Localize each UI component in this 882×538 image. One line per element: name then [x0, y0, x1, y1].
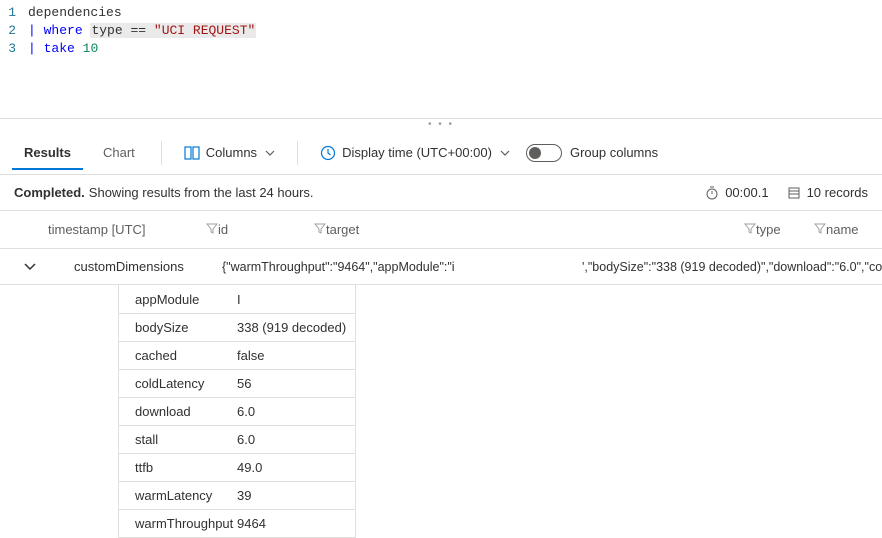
- kv-value: 39: [229, 488, 355, 503]
- kv-row: download6.0: [119, 397, 355, 425]
- expanded-field-name: customDimensions: [74, 259, 222, 274]
- kv-value: 49.0: [229, 460, 355, 475]
- token-string: "UCI REQUEST": [154, 23, 255, 38]
- records-value: 10 records: [807, 185, 868, 200]
- kv-value: I: [229, 292, 355, 307]
- tab-chart[interactable]: Chart: [91, 137, 147, 168]
- divider: [297, 141, 298, 165]
- filter-icon[interactable]: [206, 222, 218, 237]
- duration-value: 00:00.1: [725, 185, 768, 200]
- filter-icon[interactable]: [744, 222, 756, 237]
- table-header: timestamp [UTC] id target type name: [0, 211, 882, 249]
- records-icon: [787, 186, 801, 200]
- token-pipe: |: [28, 23, 44, 38]
- token-where: where: [44, 23, 83, 38]
- kv-key: ttfb: [119, 460, 229, 475]
- col-id[interactable]: id: [218, 222, 304, 237]
- expanded-value-left: {"warmThroughput":"9464","appModule":"i: [222, 260, 472, 274]
- kv-value: 338 (919 decoded): [229, 320, 355, 335]
- kv-key: appModule: [119, 292, 229, 307]
- status-bar: Completed. Showing results from the last…: [0, 175, 882, 211]
- kv-row: ttfb49.0: [119, 453, 355, 481]
- kv-key: warmThroughput: [119, 516, 229, 531]
- divider: [161, 141, 162, 165]
- columns-icon: [184, 146, 200, 160]
- kv-key: cached: [119, 348, 229, 363]
- results-toolbar: Results Chart Columns Display time (UTC+…: [0, 131, 882, 175]
- chevron-down-icon[interactable]: [24, 263, 36, 271]
- token-type: type: [91, 23, 122, 38]
- resize-handle[interactable]: • • •: [0, 119, 882, 131]
- display-time-button[interactable]: Display time (UTC+00:00): [312, 141, 518, 165]
- kv-row: coldLatency56: [119, 369, 355, 397]
- records-stat: 10 records: [787, 185, 868, 200]
- columns-button[interactable]: Columns: [176, 141, 283, 164]
- kv-row: cachedfalse: [119, 341, 355, 369]
- clock-icon: [320, 145, 336, 161]
- kv-key: download: [119, 404, 229, 419]
- kv-value: false: [229, 348, 355, 363]
- kv-key: warmLatency: [119, 488, 229, 503]
- kv-key: coldLatency: [119, 376, 229, 391]
- status-completed: Completed.: [14, 185, 85, 200]
- col-timestamp[interactable]: timestamp [UTC]: [48, 222, 196, 237]
- token-table: dependencies: [28, 5, 122, 20]
- expanded-value-right: ',"bodySize":"338 (919 decoded)","downlo…: [582, 260, 882, 274]
- columns-label: Columns: [206, 145, 257, 160]
- line-number: 1: [0, 4, 28, 22]
- line-number: 2: [0, 22, 28, 40]
- group-columns-label: Group columns: [570, 145, 658, 160]
- kv-value: 56: [229, 376, 355, 391]
- display-time-label: Display time (UTC+00:00): [342, 145, 492, 160]
- kv-value: 6.0: [229, 404, 355, 419]
- token-number: 10: [83, 41, 99, 56]
- expanded-row[interactable]: customDimensions {"warmThroughput":"9464…: [0, 249, 882, 285]
- kv-row: appModuleI: [119, 285, 355, 313]
- token-pipe: |: [28, 41, 44, 56]
- chevron-down-icon: [265, 150, 275, 156]
- status-showing: Showing results from the last 24 hours.: [89, 185, 314, 200]
- filter-icon[interactable]: [314, 222, 326, 237]
- token-eq: ==: [130, 23, 146, 38]
- kv-row: stall6.0: [119, 425, 355, 453]
- token-take: take: [44, 41, 75, 56]
- custom-dimensions-table: appModuleI bodySize338 (919 decoded) cac…: [118, 285, 356, 538]
- kv-value: 6.0: [229, 432, 355, 447]
- kv-row: warmLatency39: [119, 481, 355, 509]
- col-target[interactable]: target: [326, 222, 734, 237]
- col-name[interactable]: name: [826, 222, 882, 237]
- col-type[interactable]: type: [756, 222, 804, 237]
- kv-row: bodySize338 (919 decoded): [119, 313, 355, 341]
- group-columns-toggle[interactable]: [526, 144, 562, 162]
- kv-row: warmThroughput9464: [119, 509, 355, 537]
- kv-key: stall: [119, 432, 229, 447]
- duration-stat: 00:00.1: [705, 185, 768, 200]
- kv-key: bodySize: [119, 320, 229, 335]
- chevron-down-icon: [500, 150, 510, 156]
- line-number: 3: [0, 40, 28, 58]
- tab-results[interactable]: Results: [12, 137, 83, 170]
- query-editor[interactable]: 1 dependencies 2 | where type == "UCI RE…: [0, 0, 882, 119]
- kv-value: 9464: [229, 516, 355, 531]
- stopwatch-icon: [705, 186, 719, 200]
- filter-icon[interactable]: [814, 222, 826, 237]
